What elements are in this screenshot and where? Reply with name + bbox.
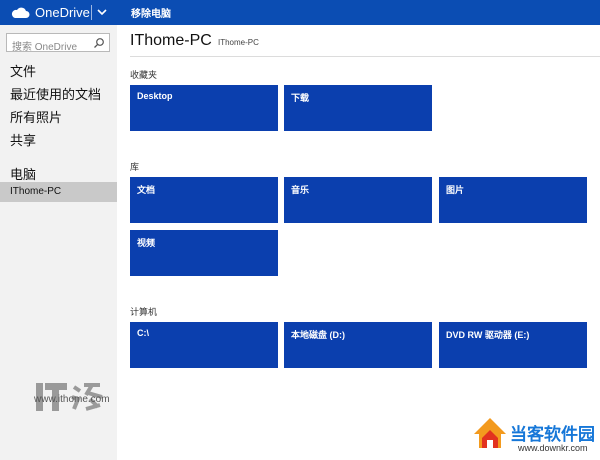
main-content: IThome-PC IThome-PC 收藏夹 Desktop 下载 库 文档 …: [117, 25, 600, 460]
tile-label: 视频: [137, 238, 156, 248]
tile-label: DVD RW 驱动器 (E:): [446, 330, 530, 340]
search-input[interactable]: 搜索 OneDrive: [6, 33, 110, 53]
downkr-name: 当客软件园: [510, 425, 595, 444]
downkr-url: www.downkr.com: [518, 443, 588, 453]
page-title: IThome-PC: [130, 32, 212, 49]
section-label-computer: 计算机: [130, 307, 158, 317]
tile-downloads[interactable]: 下载: [284, 85, 432, 131]
onedrive-brand[interactable]: OneDrive: [0, 0, 117, 25]
sidebar-item-label: IThome-PC: [10, 186, 62, 197]
sidebar-section-pcs: 电脑: [10, 167, 37, 182]
sidebar-item-files[interactable]: 文件: [10, 61, 36, 80]
tile-drive-e[interactable]: DVD RW 驱动器 (E:): [439, 322, 587, 368]
tile-label: C:\: [137, 328, 149, 338]
search-placeholder: 搜索 OneDrive: [12, 42, 78, 53]
header-divider: [130, 56, 600, 57]
brand-separator: [91, 5, 92, 20]
brand-name: OneDrive: [35, 5, 90, 20]
remove-pc-button[interactable]: 移除电脑: [131, 5, 171, 20]
tile-label: 图片: [446, 185, 465, 195]
ithome-watermark-url: www.ithome.com: [34, 394, 110, 405]
tile-label: Desktop: [137, 91, 173, 101]
sidebar-item-shared[interactable]: 共享: [10, 130, 36, 149]
tile-documents[interactable]: 文档: [130, 177, 278, 223]
sidebar-item-recent[interactable]: 最近使用的文档: [10, 84, 101, 103]
tile-label: 文档: [137, 185, 156, 195]
search-icon[interactable]: [93, 37, 105, 49]
page-subtitle: IThome-PC: [218, 38, 259, 47]
tile-label: 下载: [291, 93, 310, 103]
cloud-icon: [11, 7, 30, 18]
tile-drive-d[interactable]: 本地磁盘 (D:): [284, 322, 432, 368]
house-icon: [474, 418, 506, 448]
top-bar: OneDrive 移除电脑: [0, 0, 600, 25]
tile-label: 音乐: [291, 185, 310, 195]
tile-desktop[interactable]: Desktop: [130, 85, 278, 131]
section-label-favorites: 收藏夹: [130, 70, 158, 80]
tile-label: 本地磁盘 (D:): [291, 330, 345, 340]
section-label-libraries: 库: [130, 162, 140, 172]
sidebar-item-photos[interactable]: 所有照片: [10, 107, 62, 126]
ithome-watermark-logo: [36, 383, 103, 411]
chevron-down-icon[interactable]: [96, 7, 108, 17]
tile-drive-c[interactable]: C:\: [130, 322, 278, 368]
tile-music[interactable]: 音乐: [284, 177, 432, 223]
sidebar-item-ithome-pc[interactable]: IThome-PC: [0, 182, 117, 202]
tile-videos[interactable]: 视频: [130, 230, 278, 276]
tile-pictures[interactable]: 图片: [439, 177, 587, 223]
downkr-watermark: 当客软件园 www.downkr.com: [470, 410, 600, 460]
